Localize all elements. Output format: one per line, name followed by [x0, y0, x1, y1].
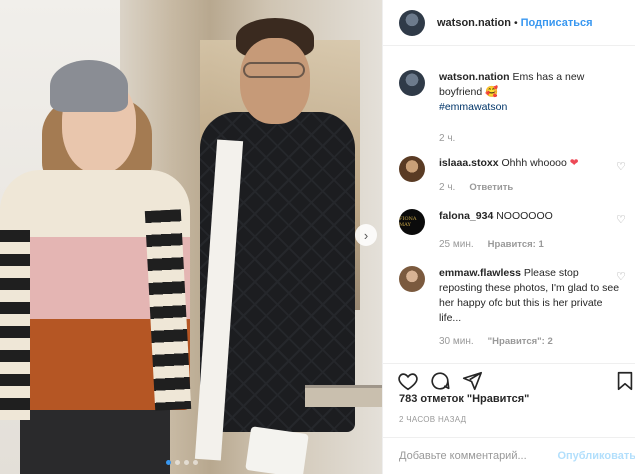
- heart-icon[interactable]: [397, 370, 419, 392]
- likes-count-link[interactable]: Нравится: 1: [488, 237, 544, 252]
- comment-body: islaaa.stoxx Ohhh whoooo ❤ 2 ч. Ответить: [439, 156, 620, 195]
- comment-body: falona_934 NOOOOOO 25 мин. Нравится: 1: [439, 209, 620, 252]
- comment-text: NOOOOOO: [496, 210, 553, 222]
- caption-hashtag[interactable]: #emmawatson: [439, 100, 620, 115]
- caption-username[interactable]: watson.nation: [439, 71, 510, 83]
- photo-man-glasses: [243, 62, 305, 78]
- caption-body: watson.nation Ems has a new boyfriend 🥰 …: [439, 70, 620, 146]
- comment-meta: 2 ч. Ответить: [439, 180, 620, 195]
- comment-text-line: emmaw.flawless Please stop reposting the…: [439, 266, 620, 326]
- caption-time[interactable]: 2 ч.: [439, 131, 455, 146]
- header-separator: •: [513, 16, 518, 29]
- follow-button[interactable]: Подписаться: [521, 17, 593, 29]
- avatar-logo-text: FIONA MAY: [399, 216, 417, 228]
- author-username[interactable]: watson.nation: [437, 17, 511, 29]
- comment-time[interactable]: 2 ч.: [439, 180, 455, 195]
- add-comment-bar: Опубликовать: [383, 437, 635, 474]
- like-comment-heart-icon[interactable]: ♡: [616, 160, 628, 173]
- likes-count[interactable]: 783 отметок "Нравится": [399, 393, 529, 405]
- share-icon[interactable]: [461, 370, 483, 392]
- comment-item: FIONA MAY falona_934 NOOOOOO 25 мин. Нра…: [383, 209, 635, 252]
- comments-list[interactable]: watson.nation Ems has a new boyfriend 🥰 …: [383, 60, 635, 355]
- caption-meta: 2 ч.: [439, 131, 620, 146]
- caption-emoji: 🥰: [485, 86, 499, 98]
- photo-woman-hat: [50, 60, 128, 112]
- comment-avatar[interactable]: [399, 266, 425, 292]
- caption-avatar[interactable]: [399, 70, 425, 96]
- carousel-dot: [166, 460, 171, 465]
- comment-text: Ohhh whoooo: [501, 157, 567, 169]
- post-photo[interactable]: ›: [0, 0, 382, 474]
- author-avatar[interactable]: [399, 9, 425, 36]
- comment-text-line: falona_934 NOOOOOO: [439, 209, 620, 224]
- carousel-dot: [184, 460, 189, 465]
- reply-button[interactable]: Ответить: [469, 180, 513, 195]
- comment-username[interactable]: islaaa.stoxx: [439, 157, 499, 169]
- carousel-dot: [175, 460, 180, 465]
- post-sidebar: watson.nation • Подписаться watson.natio…: [382, 0, 635, 474]
- post-time-ago[interactable]: 2 часов назад: [399, 415, 466, 424]
- bookmark-icon[interactable]: [614, 370, 635, 392]
- comment-meta: 30 мин. "Нравится": 2: [439, 334, 620, 349]
- photo-paper: [245, 426, 309, 474]
- likes-count-link[interactable]: "Нравится": 2: [488, 334, 553, 349]
- comment-time[interactable]: 25 мин.: [439, 237, 474, 252]
- photo-woman-legs: [20, 405, 170, 474]
- carousel-dot: [193, 460, 198, 465]
- comment-meta: 25 мин. Нравится: 1: [439, 237, 620, 252]
- caption-text-line: watson.nation Ems has a new boyfriend 🥰: [439, 70, 620, 100]
- caption: watson.nation Ems has a new boyfriend 🥰 …: [383, 70, 635, 146]
- comment-username[interactable]: falona_934: [439, 210, 493, 222]
- photo-sign: [305, 385, 382, 407]
- comment-emoji: ❤: [569, 157, 579, 169]
- comment-text-line: islaaa.stoxx Ohhh whoooo ❤: [439, 156, 620, 171]
- comment-item: islaaa.stoxx Ohhh whoooo ❤ 2 ч. Ответить…: [383, 156, 635, 195]
- photo-woman-sleeve-left: [0, 230, 30, 420]
- comment-icon[interactable]: [429, 370, 451, 392]
- comment-input[interactable]: [399, 450, 552, 462]
- photo-man-head: [240, 38, 310, 124]
- like-comment-heart-icon[interactable]: ♡: [616, 213, 628, 226]
- comment-body: emmaw.flawless Please stop reposting the…: [439, 266, 620, 349]
- comment-avatar[interactable]: [399, 156, 425, 182]
- comment-item: emmaw.flawless Please stop reposting the…: [383, 266, 635, 349]
- comment-avatar[interactable]: FIONA MAY: [399, 209, 425, 235]
- post-view: › watson.nation • Подписаться watson.nat…: [0, 0, 635, 474]
- next-arrow-icon[interactable]: ›: [355, 224, 377, 246]
- comment-username[interactable]: emmaw.flawless: [439, 267, 521, 279]
- post-comment-button[interactable]: Опубликовать: [557, 450, 635, 462]
- comment-time[interactable]: 30 мин.: [439, 334, 474, 349]
- carousel-dots: [166, 460, 198, 465]
- post-actions: [383, 363, 635, 393]
- post-header: watson.nation • Подписаться: [383, 0, 635, 46]
- like-comment-heart-icon[interactable]: ♡: [616, 270, 628, 283]
